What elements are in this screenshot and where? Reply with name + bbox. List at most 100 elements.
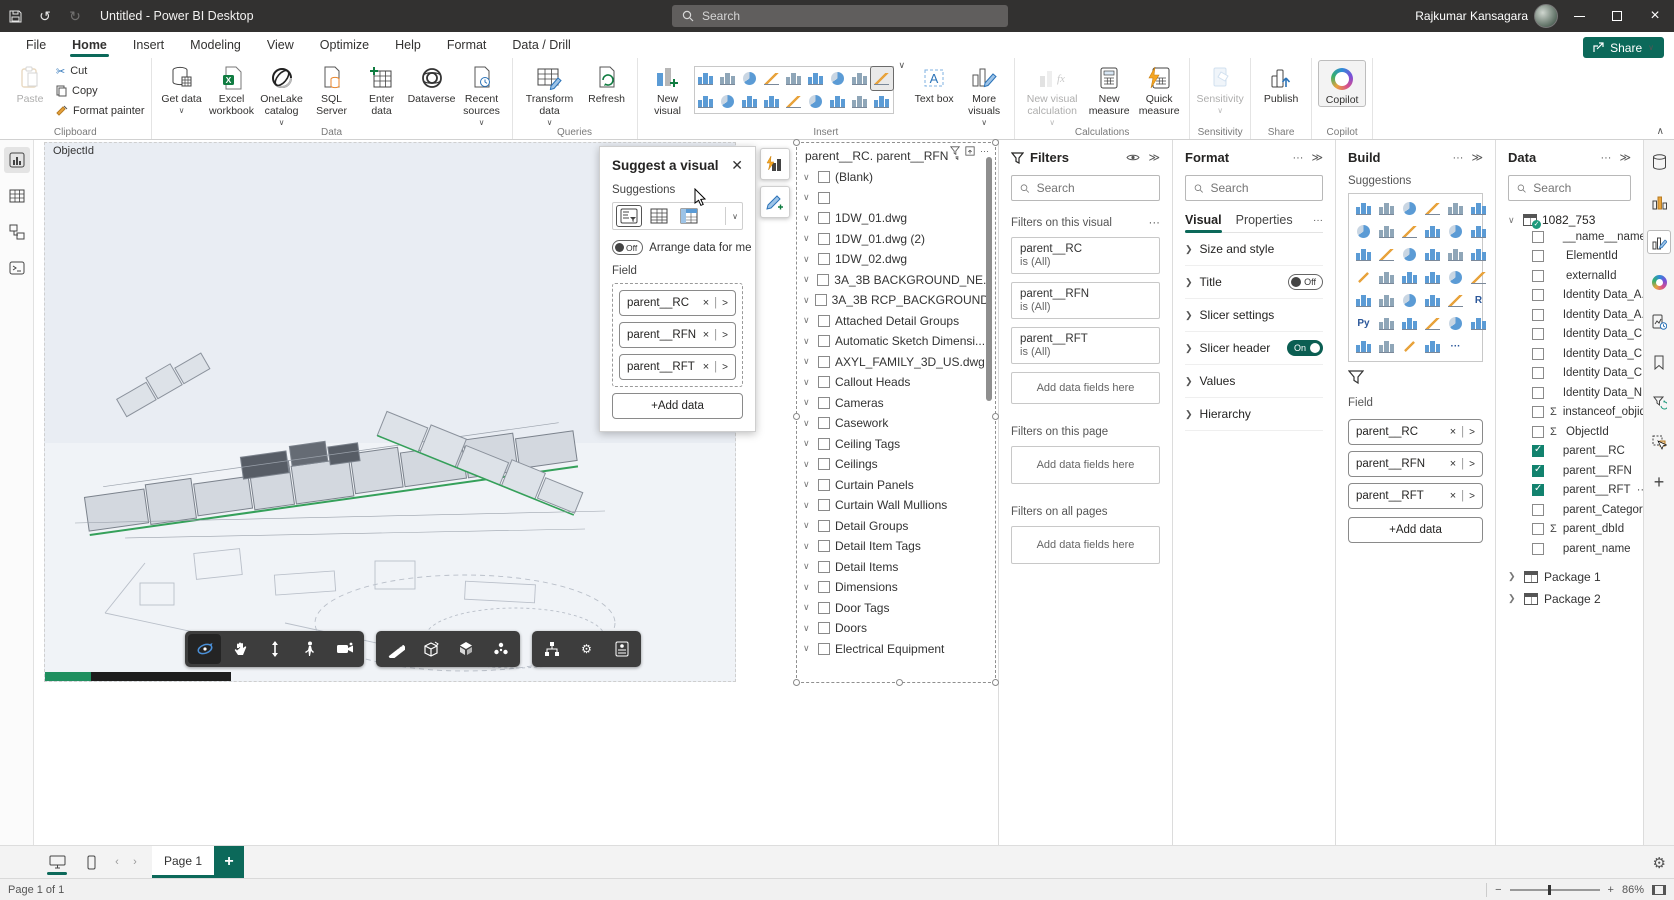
data-pane-icon[interactable] bbox=[1647, 150, 1671, 174]
field-pill[interactable]: parent__RFT × | > bbox=[1348, 483, 1483, 509]
arrange-data-toggle-row[interactable]: Off Arrange data for me bbox=[612, 240, 743, 255]
ribbon-tab[interactable]: Format bbox=[435, 34, 499, 56]
format-search-input[interactable] bbox=[1210, 181, 1314, 195]
expand-chevron-icon[interactable]: ∨ bbox=[803, 541, 813, 552]
pan-tool-icon[interactable] bbox=[223, 634, 256, 664]
sql-server-button[interactable]: SQL Server bbox=[308, 60, 356, 117]
expand-field-icon[interactable]: > bbox=[722, 362, 728, 373]
walk-tool-icon[interactable] bbox=[293, 634, 326, 664]
next-page-icon[interactable]: › bbox=[126, 846, 144, 878]
visual-type-icon[interactable] bbox=[1352, 243, 1375, 266]
field-row[interactable]: Σ Identity Data_C... bbox=[1508, 325, 1631, 345]
field-pill[interactable]: parent__RFN × | > bbox=[1348, 451, 1483, 477]
expand-chevron-icon[interactable]: ∨ bbox=[803, 295, 810, 306]
field-pill[interactable]: parent__RC × | > bbox=[1348, 419, 1483, 445]
field-row[interactable]: Σ Identity Data_A... bbox=[1508, 305, 1631, 325]
item-checkbox[interactable] bbox=[818, 561, 830, 573]
visual-type-icon[interactable] bbox=[761, 67, 783, 90]
slicer-item[interactable]: ∨ 1DW_01.dwg (2) bbox=[803, 229, 993, 250]
expand-chevron-icon[interactable]: ∨ bbox=[803, 233, 813, 244]
visual-type-icon[interactable] bbox=[1352, 197, 1375, 220]
visual-type-icon[interactable] bbox=[1467, 220, 1490, 243]
field-row[interactable]: Σ Identity Data_A... bbox=[1508, 286, 1631, 306]
field-checkbox[interactable] bbox=[1532, 523, 1544, 535]
avatar[interactable] bbox=[1534, 4, 1558, 28]
text-box-button[interactable]: A Text box bbox=[910, 60, 958, 105]
field-checkbox[interactable] bbox=[1532, 426, 1544, 438]
ribbon-tab[interactable]: File bbox=[14, 34, 58, 56]
field-row[interactable]: Σ Identity Data_C... bbox=[1508, 364, 1631, 384]
matrix-suggestion-icon[interactable] bbox=[677, 206, 701, 226]
get-data-button[interactable]: Get data∨ bbox=[158, 60, 206, 117]
visual-type-icon[interactable] bbox=[1444, 289, 1467, 312]
more-options-icon[interactable]: ··· bbox=[1452, 152, 1463, 164]
item-checkbox[interactable] bbox=[818, 602, 830, 614]
visual-type-icon[interactable] bbox=[827, 90, 849, 113]
slicer-item[interactable]: ∨ Doors bbox=[803, 618, 993, 639]
item-checkbox[interactable] bbox=[818, 171, 830, 183]
remove-field-icon[interactable]: × bbox=[703, 361, 709, 373]
field-row[interactable]: Σ parent_name bbox=[1508, 539, 1631, 559]
expand-chevron-icon[interactable]: ∨ bbox=[803, 459, 813, 470]
slicer-visual[interactable]: parent__RC. parent__RFN ··· ∨ (Blank) bbox=[796, 142, 996, 683]
add-pane-icon[interactable]: + bbox=[1647, 470, 1671, 494]
field-checkbox[interactable] bbox=[1532, 328, 1544, 340]
expand-field-icon[interactable]: > bbox=[722, 330, 728, 341]
field-checkbox[interactable] bbox=[1532, 348, 1544, 360]
tab-properties[interactable]: Properties bbox=[1236, 213, 1293, 227]
visual-type-icon[interactable] bbox=[1352, 266, 1375, 289]
visual-type-icon[interactable] bbox=[1398, 243, 1421, 266]
recent-sources-button[interactable]: Recent sources∨ bbox=[458, 60, 506, 129]
resize-handle[interactable] bbox=[793, 413, 800, 420]
maximize-button[interactable] bbox=[1598, 0, 1636, 32]
slicer-item[interactable]: ∨ Casework bbox=[803, 413, 993, 434]
resize-handle[interactable] bbox=[992, 679, 999, 686]
visual-type-icon[interactable] bbox=[1398, 289, 1421, 312]
visual-type-icon[interactable] bbox=[783, 90, 805, 113]
measure-tool-icon[interactable] bbox=[379, 634, 412, 664]
bookmarks-pane-icon[interactable] bbox=[1647, 350, 1671, 374]
hierarchy-tool-icon[interactable] bbox=[535, 634, 568, 664]
page-tab[interactable]: Page 1 bbox=[152, 846, 214, 878]
collapse-chevron-icon[interactable]: ∨ bbox=[1508, 215, 1518, 226]
remove-field-icon[interactable]: × bbox=[703, 297, 709, 309]
field-row[interactable]: Σ parent__RFT ··· bbox=[1508, 481, 1631, 501]
suggestions-dropdown-icon[interactable]: ∨ bbox=[732, 212, 738, 221]
collapse-pane-icon[interactable]: ≫ bbox=[1619, 151, 1631, 164]
field-row[interactable]: Σ Identity Data_C... bbox=[1508, 344, 1631, 364]
visual-type-icon[interactable] bbox=[1352, 220, 1375, 243]
add-filter-field-target[interactable]: Add data fields here bbox=[1011, 372, 1160, 404]
add-all-pages-filter-target[interactable]: Add data fields here bbox=[1011, 526, 1160, 564]
field-checkbox[interactable] bbox=[1532, 250, 1544, 262]
expand-chevron-icon[interactable]: ∨ bbox=[803, 479, 813, 490]
save-icon[interactable] bbox=[0, 0, 30, 32]
resize-handle[interactable] bbox=[793, 679, 800, 686]
refresh-button[interactable]: Refresh bbox=[583, 60, 631, 105]
mobile-layout-icon[interactable] bbox=[74, 846, 108, 878]
copy-button[interactable]: Copy bbox=[56, 82, 145, 100]
quick-measure-button[interactable]: Quick measure bbox=[1135, 60, 1183, 117]
visual-type-icon[interactable] bbox=[739, 90, 761, 113]
filter-icon[interactable] bbox=[950, 146, 960, 156]
new-page-button[interactable]: + bbox=[214, 846, 244, 878]
quick-suggest-visual-button[interactable] bbox=[760, 148, 790, 180]
copilot-pane-icon[interactable] bbox=[1647, 270, 1671, 294]
field-checkbox[interactable] bbox=[1532, 309, 1544, 321]
settings-gear-icon[interactable]: ⚙ bbox=[1653, 846, 1666, 879]
toggle-off-pill[interactable]: Off bbox=[612, 240, 643, 255]
previous-page-icon[interactable]: ‹ bbox=[108, 846, 126, 878]
visual-type-icon[interactable] bbox=[1421, 335, 1444, 358]
ribbon-tab[interactable]: Optimize bbox=[308, 34, 381, 56]
ribbon-tab[interactable]: Insert bbox=[121, 34, 176, 56]
field-row[interactable]: Σ parent_dbId bbox=[1508, 520, 1631, 540]
expand-field-icon[interactable]: > bbox=[1469, 427, 1475, 438]
visual-type-icon[interactable] bbox=[695, 67, 717, 90]
table-suggestion-icon[interactable] bbox=[647, 206, 671, 226]
visual-type-icon[interactable] bbox=[1467, 266, 1490, 289]
field-row[interactable]: Σ __name__name bbox=[1508, 227, 1631, 247]
new-visual-button[interactable]: New visual bbox=[644, 60, 692, 117]
visual-type-icon[interactable] bbox=[1421, 197, 1444, 220]
expand-chevron-icon[interactable]: ∨ bbox=[803, 520, 813, 531]
build-add-data-button[interactable]: +Add data bbox=[1348, 517, 1483, 543]
more-visuals-button[interactable]: More visuals∨ bbox=[960, 60, 1008, 129]
